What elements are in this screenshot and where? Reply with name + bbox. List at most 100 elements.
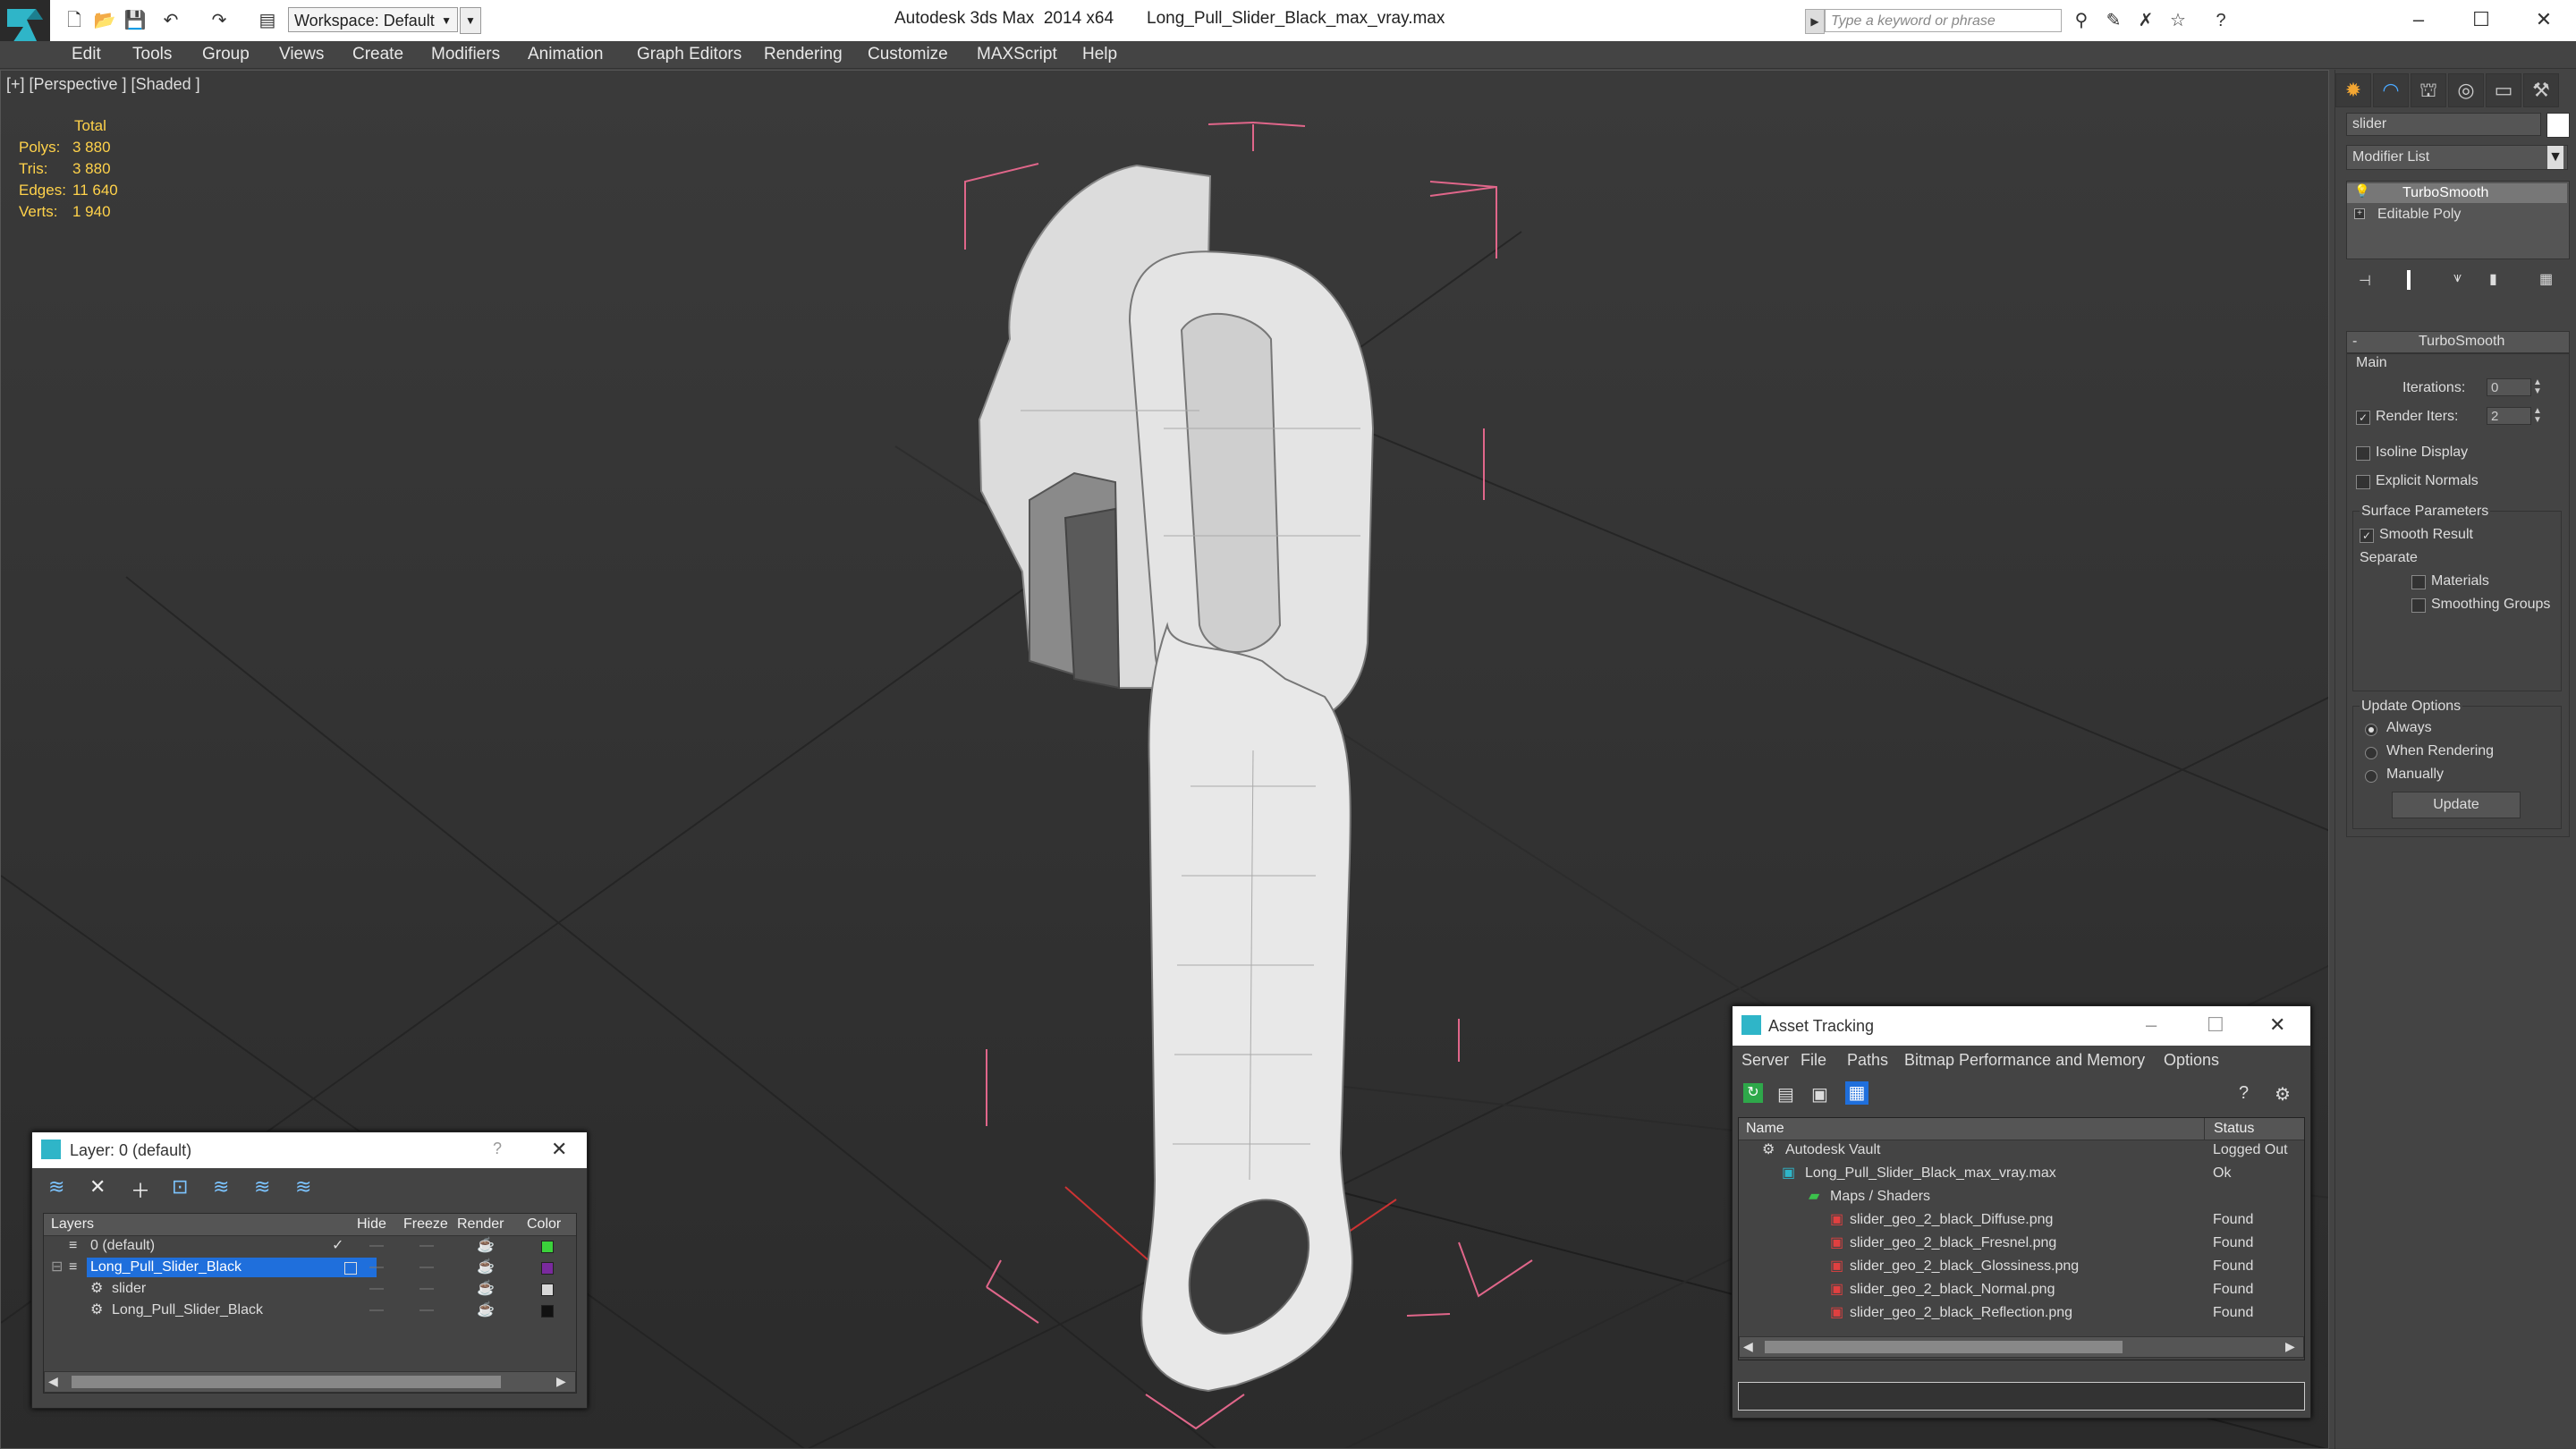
project-folder-icon[interactable]: ▤ (256, 9, 279, 32)
modifier-list-dropdown[interactable]: Modifier List ▼ (2346, 145, 2568, 170)
list-view-icon[interactable]: ▤ (1777, 1083, 1794, 1106)
iterations-spinner[interactable]: 0 (2487, 378, 2531, 396)
binoculars-icon[interactable]: ⚲ (2070, 9, 2093, 32)
redo-icon[interactable]: ↷ (208, 9, 231, 32)
undo-icon[interactable]: ↶ (159, 9, 182, 32)
freeze-toggle[interactable]: — (419, 1278, 434, 1300)
table-view-icon[interactable]: ▦ (1845, 1081, 1868, 1105)
close-button[interactable]: ✕ (2517, 4, 2571, 36)
asset-row[interactable]: ▣ slider_geo_2_black_Diffuse.png Found (1739, 1209, 2304, 1231)
new-file-icon[interactable]: 🗋 (63, 9, 86, 32)
freeze-toggle[interactable]: — (419, 1257, 434, 1278)
menu-animation[interactable]: Animation (528, 45, 604, 64)
layer-row[interactable]: ⚙ slider — — ☕ (44, 1278, 576, 1300)
explicit-normals-checkbox[interactable] (2356, 475, 2370, 489)
scroll-left-icon[interactable]: ◀ (1743, 1339, 1753, 1354)
smooth-result-checkbox[interactable]: ✓ (2360, 529, 2374, 543)
manually-radio[interactable] (2365, 770, 2377, 783)
menu-group[interactable]: Group (202, 45, 250, 64)
hide-toggle[interactable]: — (369, 1300, 384, 1321)
asset-menu-options[interactable]: Options (2164, 1051, 2219, 1070)
help-icon[interactable]: ? (2209, 9, 2233, 32)
render-teapot-icon[interactable]: ☕ (477, 1257, 495, 1278)
scroll-right-icon[interactable]: ▶ (2285, 1339, 2295, 1354)
menu-modifiers[interactable]: Modifiers (431, 45, 500, 64)
communication-icon[interactable]: ✗ (2134, 9, 2157, 32)
save-icon[interactable]: 💾 (123, 9, 147, 32)
smoothing-groups-checkbox[interactable] (2411, 598, 2426, 613)
display-tab-icon[interactable]: ▭ (2486, 73, 2521, 107)
help-icon[interactable]: ? (493, 1140, 502, 1158)
render-teapot-icon[interactable]: ☕ (477, 1278, 495, 1300)
scroll-left-icon[interactable]: ◀ (48, 1374, 58, 1389)
asset-row[interactable]: ▣ slider_geo_2_black_Fresnel.png Found (1739, 1233, 2304, 1254)
hide-toggle[interactable]: — (369, 1257, 384, 1278)
hide-all-layers-icon[interactable]: ≋ (254, 1175, 270, 1199)
menu-tools[interactable]: Tools (132, 45, 172, 64)
horizontal-scrollbar[interactable]: ◀ ▶ (44, 1371, 576, 1393)
materials-checkbox[interactable] (2411, 575, 2426, 589)
create-tab-icon[interactable]: ✹ (2335, 73, 2371, 107)
minimize-button[interactable]: – (2392, 4, 2445, 36)
asset-menu-bitmap-performance[interactable]: Bitmap Performance and Memory (1904, 1051, 2145, 1070)
asset-row[interactable]: ▰ Maps / Shaders (1739, 1186, 2304, 1208)
refresh-icon[interactable]: ↻ (1743, 1083, 1763, 1103)
modify-tab-icon[interactable]: ◠ (2373, 73, 2409, 107)
layer-dialog-titlebar[interactable]: Layer: 0 (default) ? ✕ (32, 1132, 587, 1168)
zipper-slider-model[interactable] (978, 164, 1375, 1393)
object-color-swatch[interactable] (2546, 113, 2570, 138)
asset-dialog-titlebar[interactable]: Asset Tracking – ☐ ✕ (1733, 1006, 2310, 1046)
motion-tab-icon[interactable]: ◎ (2448, 73, 2484, 107)
freeze-all-layers-icon[interactable]: ≋ (295, 1175, 311, 1199)
current-layer-box[interactable] (344, 1262, 357, 1275)
menu-edit[interactable]: Edit (72, 45, 101, 64)
asset-row[interactable]: ▣ slider_geo_2_black_Reflection.png Foun… (1739, 1302, 2304, 1324)
delete-layer-icon[interactable]: ✕ (89, 1175, 106, 1199)
layer-row[interactable]: ≡ 0 (default) ✓ — — ☕ (44, 1235, 576, 1257)
stack-item-turbosmooth[interactable]: 💡 TurboSmooth (2347, 183, 2567, 203)
lightbulb-icon[interactable]: 💡 (2354, 183, 2369, 199)
menu-customize[interactable]: Customize (868, 45, 948, 64)
subscription-icon[interactable]: ✎ (2102, 9, 2125, 32)
render-iters-spinner[interactable]: 2 (2487, 407, 2531, 425)
menu-help[interactable]: Help (1082, 45, 1117, 64)
hierarchy-tab-icon[interactable]: ⛫ (2411, 73, 2446, 107)
always-radio[interactable] (2365, 724, 2377, 736)
menu-graph-editors[interactable]: Graph Editors (637, 45, 741, 64)
layer-color-swatch[interactable] (541, 1305, 554, 1318)
minimize-button[interactable]: – (2146, 1013, 2157, 1037)
asset-menu-file[interactable]: File (1801, 1051, 1826, 1070)
asset-row[interactable]: ▣ Long_Pull_Slider_Black_max_vray.max Ok (1739, 1163, 2304, 1184)
configure-sets-icon[interactable]: ▦ (2539, 270, 2553, 288)
menu-rendering[interactable]: Rendering (764, 45, 843, 64)
close-icon[interactable]: ✕ (2269, 1013, 2285, 1037)
hide-toggle[interactable]: — (369, 1235, 384, 1257)
asset-menu-server[interactable]: Server (1741, 1051, 1789, 1070)
viewport-label[interactable]: [+] [Perspective ] [Shaded ] (6, 75, 200, 94)
quick-access-dropdown[interactable]: ▼ (460, 7, 481, 34)
stack-item-editable-poly[interactable]: + Editable Poly (2347, 205, 2567, 225)
context-help-icon[interactable]: ⚙ (2275, 1083, 2291, 1106)
favorites-star-icon[interactable]: ☆ (2166, 9, 2190, 32)
help-icon[interactable]: ? (2239, 1083, 2249, 1104)
asset-menu-paths[interactable]: Paths (1847, 1051, 1888, 1070)
asset-path-field[interactable] (1738, 1382, 2305, 1411)
scroll-thumb[interactable] (1765, 1341, 2123, 1353)
show-end-result-icon[interactable] (2407, 270, 2411, 290)
menu-views[interactable]: Views (279, 45, 324, 64)
current-layer-check-icon[interactable]: ✓ (332, 1235, 343, 1257)
open-file-icon[interactable]: 📂 (93, 9, 116, 32)
update-button[interactable]: Update (2392, 792, 2521, 818)
utilities-tab-icon[interactable]: ⚒ (2523, 73, 2559, 107)
collapse-icon[interactable]: ⊟ (51, 1257, 63, 1278)
maximize-button[interactable]: ☐ (2454, 4, 2508, 36)
pin-stack-icon[interactable]: ⊣ (2359, 272, 2371, 290)
asset-row[interactable]: ⚙ Autodesk Vault Logged Out (1739, 1140, 2304, 1161)
freeze-toggle[interactable]: — (419, 1235, 434, 1257)
remove-modifier-icon[interactable]: ▮ (2489, 270, 2497, 288)
when-rendering-radio[interactable] (2365, 747, 2377, 759)
highlight-selected-icon[interactable]: ≋ (213, 1175, 229, 1199)
asset-row[interactable]: ▣ slider_geo_2_black_Glossiness.png Foun… (1739, 1256, 2304, 1277)
menu-create[interactable]: Create (352, 45, 403, 64)
layer-color-swatch[interactable] (541, 1284, 554, 1296)
